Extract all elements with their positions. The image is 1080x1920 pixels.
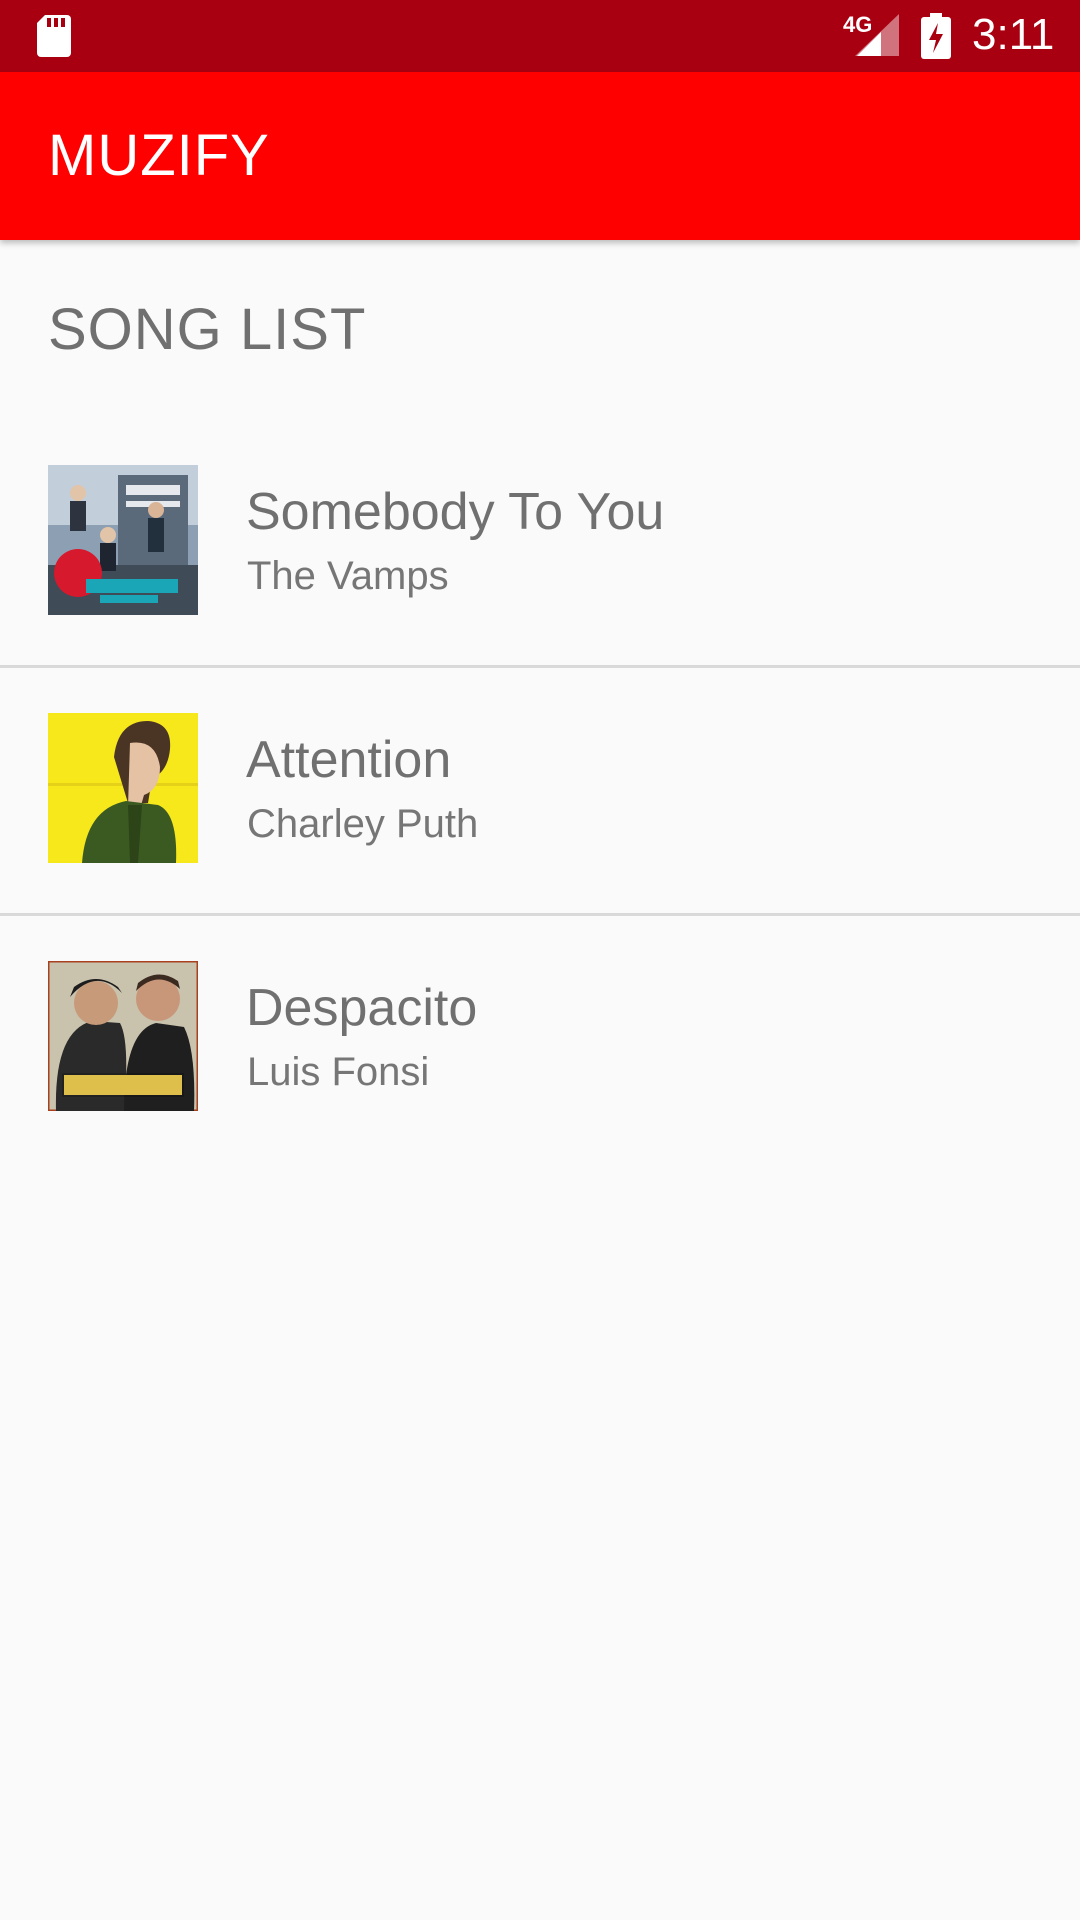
song-artist: Charley Puth (247, 802, 479, 846)
list-item[interactable]: Despacito Luis Fonsi (0, 916, 1080, 1164)
section-title: SONG LIST (48, 297, 367, 362)
list-item[interactable]: Somebody To You The Vamps (0, 420, 1080, 668)
app-bar: MUZIFY (0, 72, 1080, 240)
song-artist: Luis Fonsi (247, 1050, 430, 1094)
status-bar: 4G 3:11 (0, 0, 1080, 72)
song-list: Somebody To You The Vamps Attention Char… (0, 420, 1080, 1164)
song-title: Somebody To You (246, 483, 665, 541)
album-art-image (48, 961, 198, 1111)
album-art-image (48, 465, 198, 615)
song-title: Attention (246, 731, 452, 789)
song-artist: The Vamps (247, 554, 449, 598)
app-title: MUZIFY (48, 123, 270, 188)
song-title: Despacito (246, 979, 478, 1037)
sd-card-icon (37, 15, 71, 57)
list-item[interactable]: Attention Charley Puth (0, 668, 1080, 916)
clock: 3:11 (972, 10, 1055, 59)
signal-icon (855, 14, 899, 56)
battery-charging-icon (921, 13, 951, 59)
album-art-image (48, 713, 198, 863)
